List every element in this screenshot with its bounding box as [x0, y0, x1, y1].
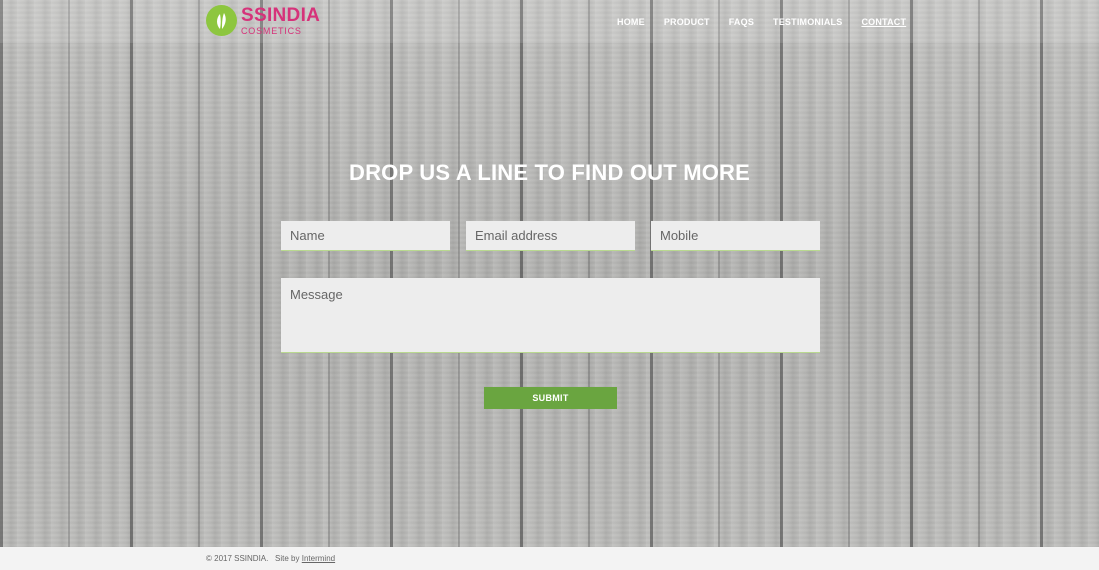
footer-copyright: © 2017 SSINDIA.	[206, 554, 269, 563]
footer-text: © 2017 SSINDIA. Site by Intermind	[206, 554, 335, 563]
nav-faqs[interactable]: FAQS	[729, 17, 754, 27]
brand-subtitle: COSMETICS	[241, 25, 302, 36]
nav-testimonials[interactable]: TESTIMONIALS	[773, 17, 842, 27]
leaf-icon	[206, 5, 237, 36]
nav-product[interactable]: PRODUCT	[664, 17, 710, 27]
brand-logo[interactable]: SSINDIA COSMETICS	[206, 5, 320, 36]
contact-title: DROP US A LINE TO FIND OUT MORE	[349, 160, 750, 185]
site-header: SSINDIA COSMETICS HOME PRODUCT FAQS TEST…	[0, 0, 1099, 43]
message-textarea[interactable]	[281, 278, 820, 353]
footer-intermind-link[interactable]: Intermind	[302, 554, 335, 563]
email-input[interactable]	[466, 221, 635, 251]
mobile-input[interactable]	[651, 221, 820, 251]
submit-button[interactable]: SUBMIT	[484, 387, 617, 409]
site-footer: © 2017 SSINDIA. Site by Intermind	[0, 547, 1099, 570]
brand-name: SSINDIA	[241, 4, 321, 26]
nav-contact[interactable]: CONTACT	[861, 17, 906, 27]
footer-site-by: Site by	[275, 554, 300, 563]
main-nav: HOME PRODUCT FAQS TESTIMONIALS CONTACT	[617, 17, 906, 27]
nav-home[interactable]: HOME	[617, 17, 645, 27]
name-input[interactable]	[281, 221, 450, 251]
